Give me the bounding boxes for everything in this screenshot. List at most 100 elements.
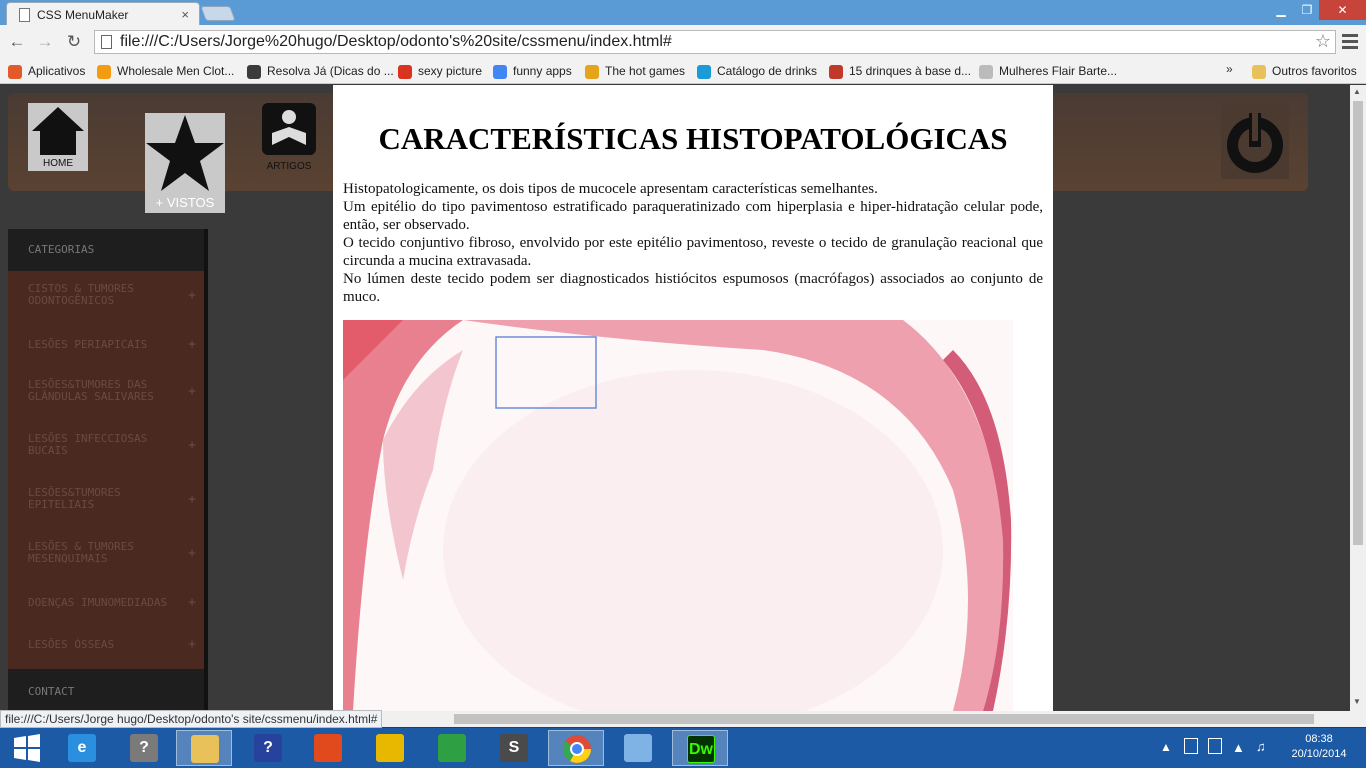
url-text[interactable]: file:///C:/Users/Jorge%20hugo/Desktop/od… [120,33,672,51]
scroll-down-arrow-icon[interactable]: ▼ [1353,697,1361,706]
scroll-up-arrow-icon[interactable]: ▲ [1353,87,1361,96]
office-taskbar-button[interactable] [300,730,356,766]
game-icon [585,64,599,79]
cart-icon [97,64,111,79]
most-viewed-label: + VISTOS [155,195,215,210]
category-sidebar: CATEGORIAS CISTOS & TUMORES ODONTOGÊNICOS… [8,229,208,711]
articles-button[interactable]: ARTIGOS [262,103,316,175]
ie-icon: e [68,734,96,762]
vertical-scrollbar[interactable]: ▲ ▼ [1350,85,1366,711]
bookmark-item[interactable]: Wholesale Men Clot... [97,62,234,80]
window-title-bar: CSS MenuMaker × ▁ ❐ ✕ [0,0,1366,27]
histology-micrograph [343,320,1013,711]
reload-icon[interactable]: ↻ [63,31,85,53]
system-clock[interactable]: 08:38 20/10/2014 [1284,732,1354,762]
sidebar-item-mesenquimais[interactable]: LESÕES & TUMORES MESENQUIMAIS + [8,541,204,569]
dreamweaver-taskbar-button[interactable]: Dw [672,730,728,766]
page-viewport: HOME + VISTOS ARTIGOS CATEGORIAS CISTOS … [0,85,1350,711]
store-icon [438,734,466,762]
bookmark-item[interactable]: Aplicativos [8,62,85,80]
sidebar-item-glandulas[interactable]: LESÕES&TUMORES DAS GLÂNDULAS SALIVARES + [8,379,204,407]
paragraph: Um epitélio do tipo pavimentoso estratif… [343,199,1043,233]
paint-taskbar-button[interactable] [610,730,666,766]
chrome-taskbar-button[interactable] [548,730,604,766]
sidebar-item-osseas[interactable]: LESÕES ÓSSEAS + [8,637,204,653]
bookmark-item[interactable]: The hot games [585,62,685,80]
power-button[interactable] [1221,103,1289,179]
article-text: Histopatologicamente, os dois tipos de m… [343,180,1043,306]
sidebar-item-periapicais[interactable]: LESÕES PERIAPICAIS + [8,337,204,353]
menu-icon[interactable] [1340,31,1360,53]
folder-icon [1252,64,1266,79]
forward-arrow-icon[interactable]: → [34,31,56,53]
explorer-taskbar-button[interactable] [176,730,232,766]
minimize-button[interactable]: ▁ [1268,0,1294,20]
power-icon [1227,109,1283,173]
network-taskbar-button[interactable] [362,730,418,766]
support-taskbar-button[interactable]: ? [240,730,296,766]
home-icon [32,107,84,155]
sidebar-item-infecciosas[interactable]: LESÕES INFECCIOSAS BUCAIS + [8,433,204,461]
expand-icon: + [188,337,196,352]
sidebar-item-cistos[interactable]: CISTOS & TUMORES ODONTOGÊNICOS + [8,283,204,311]
close-window-button[interactable]: ✕ [1319,0,1366,20]
start-button[interactable] [0,730,56,766]
bookmark-star-icon[interactable]: ☆ [1315,31,1331,52]
sidebar-heading: CATEGORIAS [8,229,204,271]
expand-icon: + [188,595,196,610]
expand-icon: + [188,288,196,303]
battery-icon[interactable] [1208,738,1222,754]
expand-icon: + [188,637,196,652]
back-arrow-icon[interactable]: ← [6,31,28,53]
sidebar-item-epiteliais[interactable]: LESÕES&TUMORES EPITELIAIS + [8,487,204,515]
paragraph: Histopatologicamente, os dois tipos de m… [343,181,878,197]
office-icon [314,734,342,762]
sidebar-item-imunomediadas[interactable]: DOENÇAS IMUNOMEDIADAS + [8,595,204,611]
horizontal-scroll-thumb[interactable] [454,714,1314,724]
browser-tab[interactable]: CSS MenuMaker × [6,2,200,27]
maximize-button[interactable]: ❐ [1294,0,1320,20]
bookmark-item[interactable]: Mulheres Flair Barte... [979,62,1117,80]
question-icon: ? [254,734,282,762]
expand-icon: + [188,438,196,453]
dreamweaver-icon: Dw [687,735,715,763]
google-icon [493,64,507,79]
article-content: CARACTERÍSTICAS HISTOPATOLÓGICAS Histopa… [333,85,1053,711]
expand-icon: + [188,492,196,507]
reader-icon [262,103,316,155]
bookmark-item[interactable]: 15 drinques à base d... [829,62,971,80]
bookmark-item[interactable]: sexy picture [398,62,482,80]
ie-taskbar-button[interactable]: e [54,730,110,766]
page-icon [101,35,112,49]
page-icon [19,8,30,22]
store-taskbar-button[interactable] [424,730,480,766]
bookmark-item[interactable]: funny apps [493,62,572,80]
sidebar-contact[interactable]: CONTACT [8,669,204,711]
windows-taskbar: e ? ? S Dw ▲ ▲ ♫ 08:38 20/10/2014 [0,728,1366,768]
chrome-icon [562,735,591,763]
action-center-icon[interactable] [1184,738,1198,754]
sublime-icon: S [500,734,528,762]
vertical-scroll-thumb[interactable] [1353,101,1363,545]
more-bookmarks-button[interactable]: » [1226,62,1233,76]
wifi-icon[interactable]: ▲ [1232,740,1245,768]
paragraph: O tecido conjuntivo fibroso, envolvido p… [343,235,1043,269]
address-bar[interactable]: file:///C:/Users/Jorge%20hugo/Desktop/od… [94,30,1336,54]
windows-logo-icon [14,734,40,762]
bookmarks-bar: Aplicativos Wholesale Men Clot... Resolv… [0,59,1366,84]
new-tab-button[interactable] [200,6,236,21]
other-bookmarks-folder[interactable]: Outros favoritos [1252,62,1357,80]
home-button[interactable]: HOME [28,103,88,171]
clock-date: 20/10/2014 [1291,748,1347,760]
star-icon [146,115,224,191]
bookmark-item[interactable]: Resolva Já (Dicas do ... [247,62,394,80]
eye-icon [247,64,261,79]
help-taskbar-button[interactable]: ? [116,730,172,766]
volume-icon[interactable]: ♫ [1256,739,1266,768]
bookmark-item[interactable]: Catálogo de drinks [697,62,817,80]
most-viewed-button[interactable]: + VISTOS [145,113,225,213]
close-tab-icon[interactable]: × [181,7,189,22]
show-hidden-icons-arrow[interactable]: ▲ [1160,740,1172,768]
sublime-taskbar-button[interactable]: S [486,730,542,766]
globe-icon [376,734,404,762]
